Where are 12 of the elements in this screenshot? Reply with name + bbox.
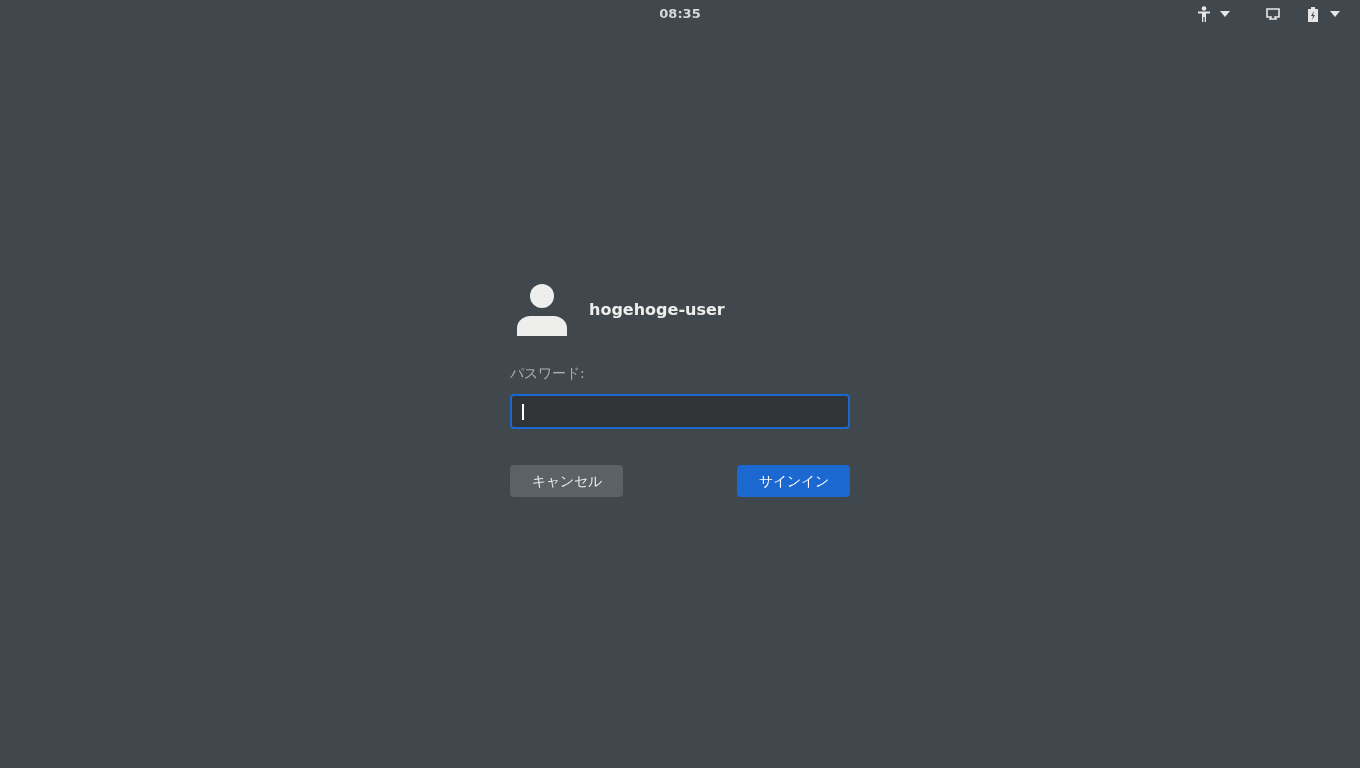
clock[interactable]: 08:35	[659, 4, 701, 24]
password-field[interactable]	[510, 394, 850, 429]
battery-charging-icon[interactable]	[1308, 6, 1318, 22]
user-avatar-icon	[517, 284, 567, 336]
caret-down-icon[interactable]	[1330, 11, 1340, 17]
accessibility-icon[interactable]	[1198, 6, 1210, 22]
password-label: パスワード:	[510, 364, 586, 383]
display-icon[interactable]	[1266, 8, 1280, 20]
sign-in-button[interactable]: サインイン	[737, 465, 850, 497]
caret-down-icon[interactable]	[1220, 11, 1230, 17]
user-name: hogehoge-user	[589, 299, 725, 321]
cancel-button[interactable]: キャンセル	[510, 465, 623, 497]
